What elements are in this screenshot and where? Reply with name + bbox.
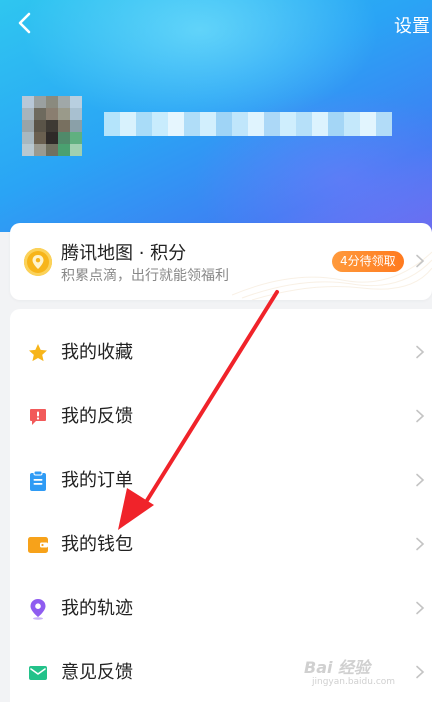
- chevron-right-icon: [416, 665, 425, 679]
- location-coin-icon: [24, 248, 52, 276]
- chevron-right-icon: [416, 254, 425, 268]
- menu-item-label: 意见反馈: [61, 662, 133, 683]
- wallet-icon: [26, 533, 50, 557]
- menu-item-label: 我的订单: [61, 470, 133, 491]
- menu-item-track[interactable]: 我的轨迹: [10, 577, 432, 641]
- claim-points-badge[interactable]: 4分待领取: [332, 251, 404, 272]
- points-title: 腾讯地图 · 积分: [61, 243, 187, 264]
- feedback-alert-icon: [26, 405, 50, 429]
- menu-item-label: 我的钱包: [61, 534, 133, 555]
- menu-item-label: 我的轨迹: [61, 598, 133, 619]
- profile-header: 设置: [0, 0, 432, 232]
- points-card[interactable]: 腾讯地图 · 积分 积累点滴，出行就能领福利 4分待领取: [10, 223, 432, 300]
- menu-item-label: 我的收藏: [61, 342, 133, 363]
- chevron-right-icon: [416, 473, 425, 487]
- menu-item-label: 我的反馈: [61, 406, 133, 427]
- username-blurred: [104, 112, 400, 136]
- watermark-logo: Bai 经验: [304, 658, 371, 677]
- points-subtitle: 积累点滴，出行就能领福利: [61, 268, 229, 284]
- back-button[interactable]: [10, 8, 38, 38]
- star-icon: [26, 341, 50, 365]
- menu-item-wallet[interactable]: 我的钱包: [10, 513, 432, 577]
- chevron-left-icon: [18, 12, 31, 34]
- chevron-right-icon: [416, 601, 425, 615]
- settings-button[interactable]: 设置: [394, 12, 430, 38]
- chevron-right-icon: [416, 409, 425, 423]
- clipboard-icon: [26, 469, 50, 493]
- menu-item-my-feedback[interactable]: 我的反馈: [10, 385, 432, 449]
- menu-list: 我的收藏 我的反馈 我的订单 我的钱包 我的轨迹 意见反馈: [10, 309, 432, 702]
- menu-item-favorites[interactable]: 我的收藏: [10, 321, 432, 385]
- chevron-right-icon: [416, 345, 425, 359]
- mail-icon: [26, 661, 50, 685]
- chevron-right-icon: [416, 537, 425, 551]
- decorative-waves: [232, 251, 432, 300]
- avatar[interactable]: [22, 96, 82, 156]
- menu-item-orders[interactable]: 我的订单: [10, 449, 432, 513]
- location-pin-icon: [26, 597, 50, 621]
- watermark-url: jingyan.baidu.com: [312, 677, 396, 687]
